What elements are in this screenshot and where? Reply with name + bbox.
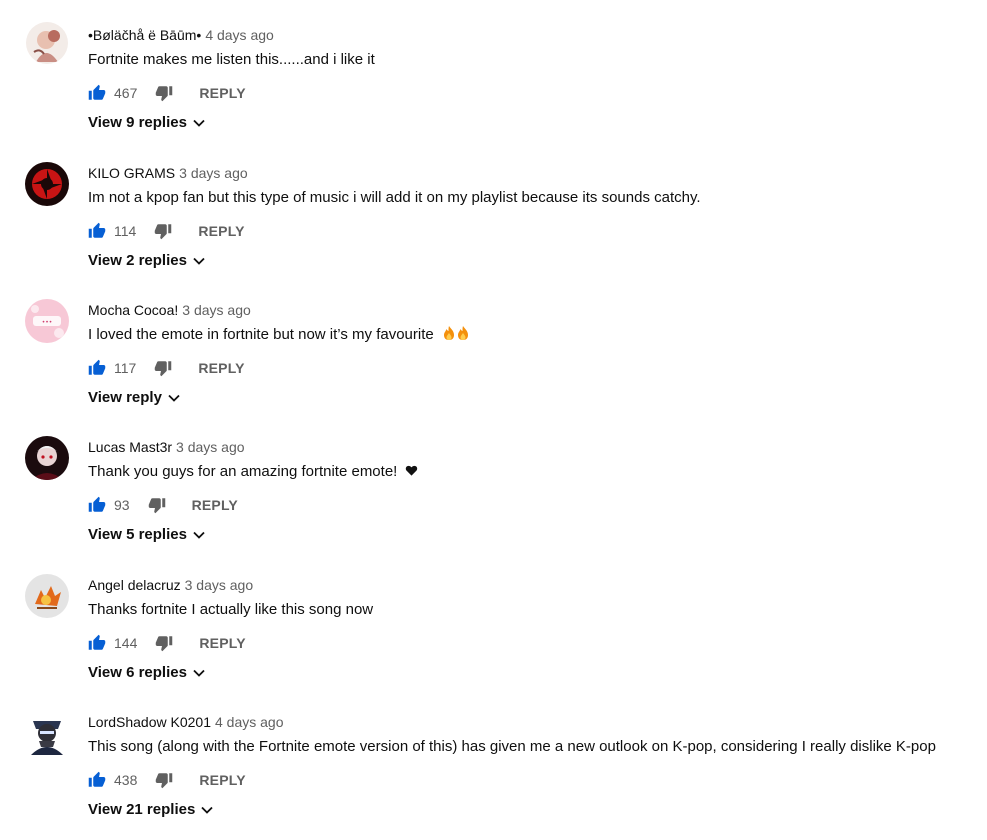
comment-thread: ••• Mocha Cocoa! 3 days ago I loved the e… [0,277,987,415]
thumbs-down-icon[interactable] [155,84,173,102]
avatar[interactable] [25,436,69,480]
thumbs-down-icon[interactable] [155,634,173,652]
view-replies-button[interactable]: View 9 replies [88,114,205,131]
timestamp[interactable]: 4 days ago [205,27,274,43]
comment-actions: 144 REPLY [88,632,246,654]
thumbs-up-icon[interactable] [88,222,106,240]
author-name[interactable]: KILO GRAMS [88,165,175,181]
timestamp[interactable]: 4 days ago [215,714,284,730]
chevron-down-icon [193,119,205,127]
view-replies-button[interactable]: View reply [88,389,180,406]
comment-actions: 117 REPLY [88,357,245,379]
thumbs-up-icon[interactable] [88,634,106,652]
avatar-image [25,162,69,206]
avatar[interactable] [25,162,69,206]
comment-thread: KILO GRAMS 3 days ago Im not a kpop fan b… [0,140,987,278]
author-name[interactable]: Lucas Mast3r [88,439,172,455]
chevron-down-icon [193,257,205,265]
comment-header: Mocha Cocoa! 3 days ago [88,301,251,319]
comment-header: LordShadow K0201 4 days ago [88,713,284,731]
comment-text: Fortnite makes me listen this......and i… [88,51,375,68]
avatar[interactable]: ••• [25,299,69,343]
reply-button[interactable]: REPLY [199,85,245,101]
comment-thread: Angel delacruz 3 days ago Thanks fortnite… [0,552,987,690]
view-replies-label: View 21 replies [88,801,196,818]
view-replies-button[interactable]: View 2 replies [88,252,205,269]
chevron-down-icon [201,806,213,814]
thumbs-down-icon[interactable] [154,222,172,240]
comment-text: This song (along with the Fortnite emote… [88,738,936,755]
like-count: 93 [114,497,130,513]
svg-text:•••: ••• [42,319,53,326]
comment-header: KILO GRAMS 3 days ago [88,164,248,182]
comment-actions: 93 REPLY [88,494,238,516]
avatar[interactable] [25,574,69,618]
like-count: 438 [114,772,138,788]
author-name[interactable]: •Bøläčhå ë Bāūm• [88,27,201,43]
like-count: 114 [114,223,137,239]
timestamp[interactable]: 3 days ago [182,302,251,318]
comment-header: •Bøläčhå ë Bāūm• 4 days ago [88,26,274,44]
chevron-down-icon [193,669,205,677]
timestamp[interactable]: 3 days ago [179,165,248,181]
view-replies-label: View 6 replies [88,664,187,681]
view-replies-label: View reply [88,389,162,406]
avatar-image [25,574,69,618]
reply-button[interactable]: REPLY [198,360,244,376]
reply-button[interactable]: REPLY [199,772,245,788]
thumbs-up-icon[interactable] [88,771,106,789]
comment-text: Thank you guys for an amazing fortnite e… [88,462,418,482]
fire-emoji [457,326,468,340]
thumbs-up-icon[interactable] [88,359,106,377]
thumbs-up-icon[interactable] [88,496,106,514]
comment-header: Lucas Mast3r 3 days ago [88,438,245,456]
comment-text: Thanks fortnite I actually like this son… [88,601,374,618]
chevron-down-icon [193,531,205,539]
view-replies-label: View 5 replies [88,526,187,543]
comment-actions: 467 REPLY [88,82,246,104]
black-heart-emoji [405,465,417,476]
reply-button[interactable]: REPLY [198,223,244,239]
view-replies-label: View 2 replies [88,252,187,269]
avatar-image [26,22,68,64]
fire-emoji [443,326,454,340]
comment-header: Angel delacruz 3 days ago [88,576,253,594]
thumbs-down-icon[interactable] [155,771,173,789]
comment-actions: 114 REPLY [88,220,245,242]
comment-thread: LordShadow K0201 4 days ago This song (al… [0,689,987,827]
view-replies-button[interactable]: View 5 replies [88,526,205,543]
like-count: 144 [114,635,138,651]
avatar-image: ••• [25,299,69,343]
author-name[interactable]: LordShadow K0201 [88,714,211,730]
timestamp[interactable]: 3 days ago [185,577,254,593]
like-count: 467 [114,85,138,101]
comment-text-body: I loved the emote in fortnite but now it… [88,326,434,343]
comment-text-body: Thank you guys for an amazing fortnite e… [88,463,398,480]
view-replies-button[interactable]: View 6 replies [88,664,205,681]
comment-text: I loved the emote in fortnite but now it… [88,325,470,345]
view-replies-button[interactable]: View 21 replies [88,801,213,818]
avatar-image [31,721,63,755]
comment-thread: •Bøläčhå ë Bāūm• 4 days ago Fortnite make… [0,2,987,140]
avatar[interactable] [26,22,68,64]
reply-button[interactable]: REPLY [199,635,245,651]
chevron-down-icon [168,394,180,402]
comment-text: Im not a kpop fan but this type of music… [88,189,701,206]
author-name[interactable]: Mocha Cocoa! [88,302,178,318]
comment-actions: 438 REPLY [88,769,246,791]
like-count: 117 [114,360,137,376]
view-replies-label: View 9 replies [88,114,187,131]
timestamp[interactable]: 3 days ago [176,439,245,455]
avatar[interactable] [25,711,69,755]
thumbs-down-icon[interactable] [154,359,172,377]
avatar-image [25,436,69,480]
thumbs-down-icon[interactable] [148,496,166,514]
author-name[interactable]: Angel delacruz [88,577,181,593]
thumbs-up-icon[interactable] [88,84,106,102]
comment-thread: Lucas Mast3r 3 days ago Thank you guys fo… [0,414,987,552]
reply-button[interactable]: REPLY [192,497,238,513]
